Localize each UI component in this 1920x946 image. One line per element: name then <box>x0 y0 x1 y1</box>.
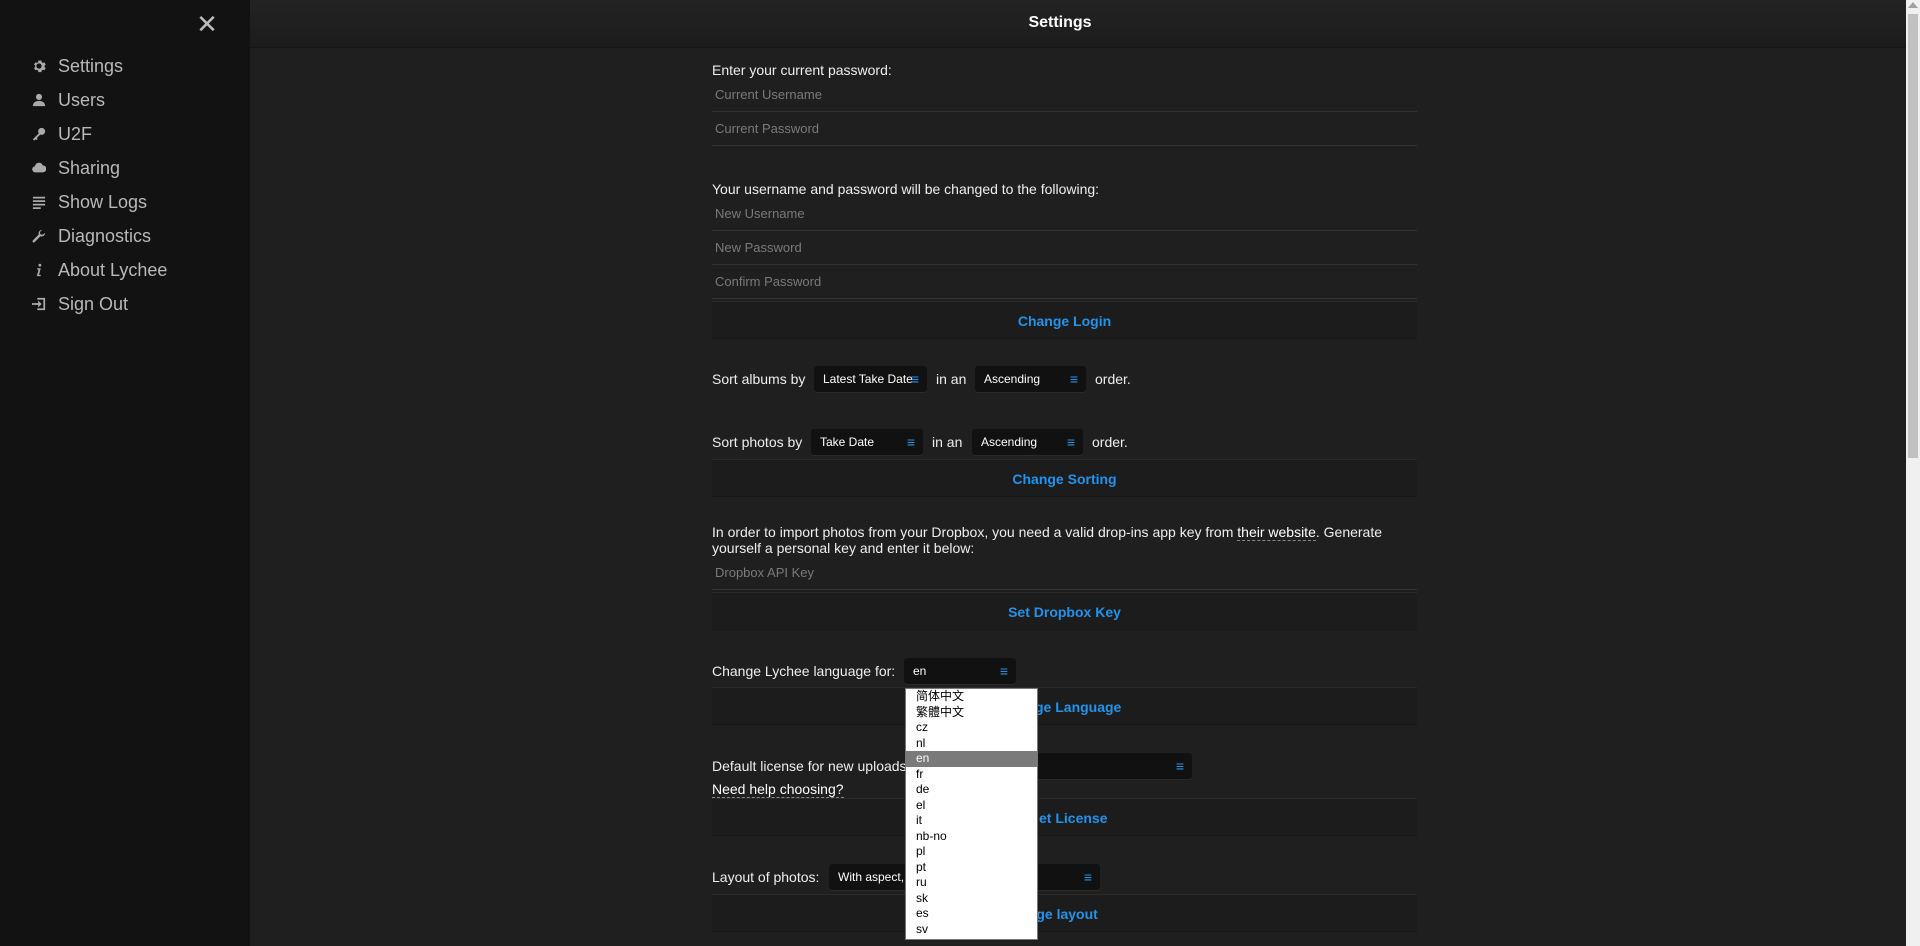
language-dropdown-list[interactable]: 简体中文 繁體中文 cz nl en fr de el it nb-no pl pt ru sk es sv <box>905 688 1038 940</box>
close-sidebar-button[interactable]: ✕ <box>193 10 221 38</box>
sidebar-item-settings[interactable]: Settings <box>32 52 123 80</box>
language-option[interactable]: it <box>906 813 1037 829</box>
select-value: en <box>913 664 927 678</box>
close-icon: ✕ <box>196 9 218 39</box>
page-title: Settings <box>1028 14 1092 31</box>
layout-label: Layout of photos: <box>712 869 820 885</box>
current-password-input[interactable] <box>712 112 1417 146</box>
hamburger-icon: ≡ <box>999 663 1008 679</box>
sidebar-item-show-logs[interactable]: Show Logs <box>32 188 147 216</box>
language-option[interactable]: de <box>906 782 1037 798</box>
cloud-icon <box>32 161 46 175</box>
set-license-button[interactable]: et License <box>712 798 1417 836</box>
language-option[interactable]: 繁體中文 <box>906 705 1037 721</box>
language-option[interactable]: fr <box>906 767 1037 783</box>
sidebar: ✕ Settings Users U2F Sharing Show Logs D… <box>0 0 250 946</box>
sidebar-item-label: Sign Out <box>58 293 129 314</box>
language-option[interactable]: nb-no <box>906 829 1037 845</box>
language-option[interactable]: sk <box>906 891 1037 907</box>
in-an-label: in an <box>932 434 963 450</box>
dropbox-description: In order to import photos from your Drop… <box>712 524 1417 556</box>
select-value: Ascending <box>981 435 1038 449</box>
sidebar-item-about-lychee[interactable]: About Lychee <box>32 256 167 284</box>
current-password-prompt: Enter your current password: <box>712 62 892 78</box>
sort-photos-by-select[interactable]: Take Date ≡ <box>811 429 923 455</box>
sidebar-item-label: Show Logs <box>58 191 148 212</box>
sidebar-item-label: Diagnostics <box>58 225 152 246</box>
new-password-input[interactable] <box>712 231 1417 265</box>
sort-albums-order-select[interactable]: Ascending ≡ <box>975 366 1086 392</box>
order-label: order. <box>1095 371 1131 387</box>
sort-photos-order-select[interactable]: Ascending ≡ <box>972 429 1083 455</box>
set-dropbox-key-button[interactable]: Set Dropbox Key <box>712 592 1417 630</box>
sidebar-item-label: Sharing <box>58 157 121 178</box>
select-value: Latest Take Date <box>823 372 913 386</box>
select-value: With aspect, <box>838 870 905 884</box>
change-language-button[interactable]: ge Language <box>712 687 1417 725</box>
language-option[interactable]: sv <box>906 922 1037 938</box>
sidebar-item-label: Users <box>58 89 106 110</box>
change-login-button[interactable]: Change Login <box>712 301 1417 339</box>
sidebar-item-sharing[interactable]: Sharing <box>32 154 120 182</box>
language-option[interactable]: 简体中文 <box>906 689 1037 705</box>
scroll-up-arrow-icon[interactable] <box>1908 2 1918 8</box>
language-option[interactable]: es <box>906 906 1037 922</box>
user-icon <box>32 93 46 107</box>
sidebar-item-label: About Lychee <box>58 259 168 280</box>
scrollbar-thumb[interactable] <box>1908 14 1918 458</box>
language-option[interactable]: cz <box>906 720 1037 736</box>
sort-albums-by-select[interactable]: Latest Take Date ≡ <box>814 366 927 392</box>
need-help-choosing-link[interactable]: Need help choosing? <box>712 781 844 798</box>
sidebar-item-u2f[interactable]: U2F <box>32 120 92 148</box>
language-option[interactable]: pt <box>906 860 1037 876</box>
dropbox-api-key-input[interactable] <box>712 556 1417 590</box>
license-help-wrap: Need help choosing? <box>712 781 844 798</box>
info-icon <box>32 263 46 277</box>
gear-icon <box>32 59 46 73</box>
hamburger-icon: ≡ <box>910 371 919 387</box>
order-label: order. <box>1092 434 1128 450</box>
language-label: Change Lychee language for: <box>712 663 896 679</box>
select-value: Take Date <box>820 435 875 449</box>
key-icon <box>32 127 46 141</box>
sort-albums-label: Sort albums by <box>712 371 806 387</box>
current-username-input[interactable] <box>712 78 1417 112</box>
sidebar-item-users[interactable]: Users <box>32 86 105 114</box>
new-username-input[interactable] <box>712 197 1417 231</box>
language-option[interactable]: pl <box>906 844 1037 860</box>
license-label: Default license for new uploads <box>712 758 907 774</box>
language-option[interactable]: nl <box>906 736 1037 752</box>
signout-icon <box>32 297 46 311</box>
header: Settings <box>250 0 1920 48</box>
change-sorting-button[interactable]: Change Sorting <box>712 459 1417 497</box>
sidebar-item-sign-out[interactable]: Sign Out <box>32 290 128 318</box>
hamburger-icon: ≡ <box>1069 371 1078 387</box>
sort-photos-label: Sort photos by <box>712 434 803 450</box>
confirm-password-input[interactable] <box>712 265 1417 299</box>
in-an-label: in an <box>936 371 967 387</box>
language-option[interactable]: el <box>906 798 1037 814</box>
list-icon <box>32 195 46 209</box>
sidebar-item-label: U2F <box>58 123 93 144</box>
language-option[interactable]: ru <box>906 875 1037 891</box>
hamburger-icon: ≡ <box>1083 869 1092 885</box>
sidebar-item-diagnostics[interactable]: Diagnostics <box>32 222 151 250</box>
hamburger-icon: ≡ <box>906 434 915 450</box>
hamburger-icon: ≡ <box>1066 434 1075 450</box>
new-credentials-prompt: Your username and password will be chang… <box>712 181 1100 197</box>
dropbox-text: In order to import photos from your Drop… <box>712 524 1234 540</box>
language-select[interactable]: en ≡ <box>904 658 1016 684</box>
wrench-icon <box>32 229 46 243</box>
their-website-link[interactable]: their website <box>1237 524 1316 541</box>
sidebar-item-label: Settings <box>58 55 124 76</box>
hamburger-icon: ≡ <box>1175 758 1184 774</box>
change-layout-button[interactable]: ange layout <box>712 894 1417 932</box>
language-option[interactable]: en <box>906 751 1037 767</box>
select-value: Ascending <box>984 372 1041 386</box>
